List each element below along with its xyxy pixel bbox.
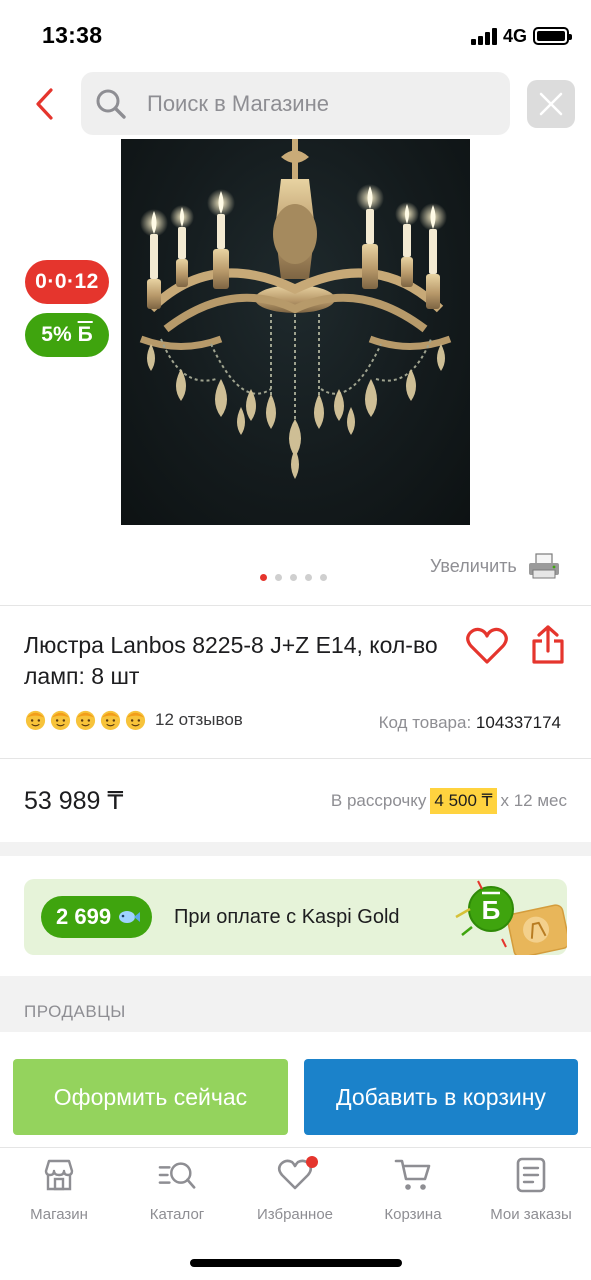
tab-favorites[interactable]: Избранное [236, 1156, 354, 1228]
kaspi-bonus-symbol: Б [482, 895, 501, 925]
home-indicator [190, 1259, 402, 1267]
search-header [0, 72, 591, 136]
installment-info[interactable]: В рассрочку 4 500 ₸ x 12 мес [331, 788, 567, 814]
tab-catalog[interactable]: Каталог [118, 1156, 236, 1228]
product-code-label: Код товара: [378, 713, 472, 732]
tab-label: Каталог [149, 1206, 205, 1223]
share-icon [532, 625, 564, 664]
catalog-icon [158, 1156, 196, 1194]
gallery-dot[interactable] [320, 574, 327, 581]
kaspi-gold-illustration: Б [444, 879, 567, 955]
gallery-dot[interactable] [275, 574, 282, 581]
emoji-star-icon [75, 710, 96, 731]
gallery-dots [260, 574, 327, 581]
installment-amount: 4 500 ₸ [430, 788, 497, 814]
emoji-star-icon [25, 710, 46, 731]
bonus-symbol: Б [77, 323, 93, 346]
tab-label: Избранное [256, 1206, 334, 1223]
bonus-badge: 5% Б [25, 313, 109, 357]
notification-dot [306, 1156, 318, 1168]
search-box[interactable] [81, 72, 510, 135]
kaspi-bonus-pill: 2 699 [41, 896, 152, 938]
search-icon [95, 88, 127, 120]
bonus-percent: 5% [41, 323, 72, 346]
signal-icon [470, 27, 497, 45]
checkout-now-button[interactable]: Оформить сейчас [13, 1059, 288, 1135]
kaspi-gold-text: При оплате с Kaspi Gold [174, 906, 400, 928]
gallery-dot[interactable] [290, 574, 297, 581]
favorite-button[interactable] [465, 626, 509, 666]
gallery-dot[interactable] [305, 574, 312, 581]
tab-label: Магазин [30, 1206, 88, 1223]
heart-outline-icon [466, 627, 508, 664]
emoji-star-icon [100, 710, 121, 731]
tab-label: Корзина [384, 1206, 442, 1223]
tab-orders[interactable]: Мои заказы [472, 1156, 590, 1228]
battery-icon [533, 27, 572, 45]
emoji-star-icon [125, 710, 146, 731]
reviews-link[interactable]: 12 отзывов [155, 710, 243, 730]
installment-badge: 0·0·12 [25, 260, 109, 304]
installment-prefix: В рассрочку [330, 791, 427, 810]
kaspi-gold-banner[interactable]: 2 699 При оплате с Kaspi Gold Б [24, 879, 567, 955]
back-button[interactable] [26, 84, 62, 124]
rating-stars [24, 708, 147, 731]
gallery-dot[interactable] [260, 574, 267, 581]
store-icon [40, 1156, 78, 1194]
divider [0, 605, 591, 606]
fish-icon [119, 911, 141, 923]
orders-icon [512, 1156, 550, 1194]
section-separator [0, 842, 591, 856]
sellers-title: ПРОДАВЦЫ [24, 1002, 126, 1021]
zoom-button[interactable]: Увеличить [430, 552, 561, 580]
divider [0, 758, 591, 759]
kaspi-bonus-amount: 2 699 [56, 904, 112, 929]
product-price: 53 989 ₸ [24, 787, 124, 815]
share-button[interactable] [530, 624, 566, 666]
tab-cart[interactable]: Корзина [354, 1156, 472, 1228]
search-input[interactable] [147, 90, 477, 117]
product-code: Код товара: 104337174 [379, 713, 561, 733]
installment-suffix: x 12 мес [500, 791, 568, 810]
product-image[interactable] [121, 139, 470, 525]
cart-icon [394, 1156, 432, 1194]
network-label: 4G [502, 25, 527, 46]
status-bar: 13:38 4G [0, 0, 591, 70]
heart-icon [276, 1156, 318, 1194]
chevron-left-icon [36, 88, 53, 120]
add-to-cart-button[interactable]: Добавить в корзину [304, 1059, 578, 1135]
rating-row: 12 отзывов [24, 708, 243, 731]
printer-icon [528, 553, 559, 579]
zoom-label: Увеличить [430, 555, 517, 576]
close-icon [539, 92, 563, 116]
status-indicators: 4G [470, 25, 572, 47]
tab-label: Мои заказы [490, 1206, 572, 1223]
clear-search-button[interactable] [527, 80, 575, 128]
product-title: Люстра Lanbos 8225-8 J+Z E14, кол-во лам… [24, 632, 438, 689]
product-code-value: 104337174 [475, 713, 561, 732]
chandelier-photo [139, 139, 452, 479]
tab-store[interactable]: Магазин [0, 1156, 118, 1228]
emoji-star-icon [50, 710, 71, 731]
status-time: 13:38 [42, 22, 103, 48]
